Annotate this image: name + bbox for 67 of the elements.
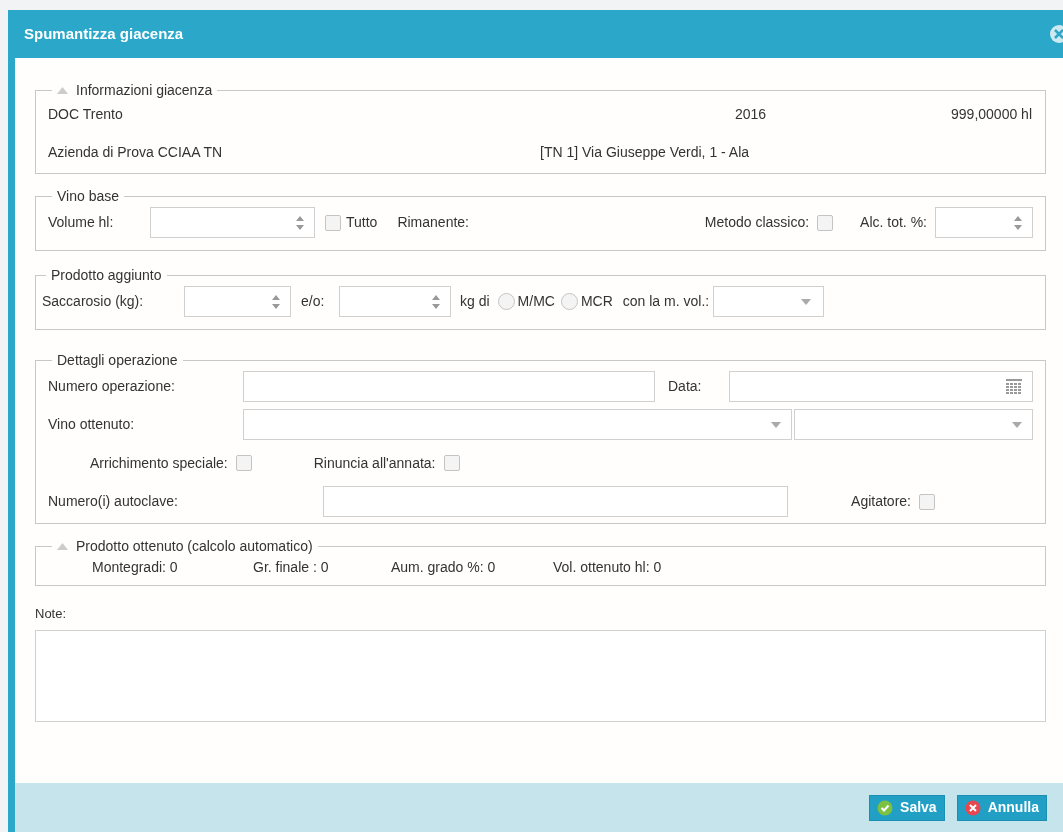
radio-button[interactable] <box>560 293 578 310</box>
alcohol-field[interactable] <box>935 207 1033 238</box>
result-value: Aum. grado %: 0 <box>391 558 497 577</box>
collapse-icon[interactable] <box>57 543 68 550</box>
field-label: Alc. tot. %: <box>860 213 927 232</box>
field-label: Rimanente: <box>397 213 469 232</box>
save-button[interactable]: Salva <box>869 794 945 821</box>
cancel-button[interactable]: Annulla <box>956 794 1047 821</box>
close-icon[interactable] <box>1049 24 1063 44</box>
checkbox[interactable] <box>235 455 252 471</box>
checkbox[interactable] <box>817 214 834 231</box>
caret-icon[interactable] <box>1012 421 1022 428</box>
vintage-year: 2016 <box>735 105 768 124</box>
date-field[interactable] <box>729 371 1033 402</box>
quantity-field[interactable] <box>339 286 451 317</box>
company-name: Azienda di Prova CCIAA TN <box>48 143 224 162</box>
field-label: Vino ottenuto: <box>48 415 136 434</box>
result-value: Montegradi: 0 <box>92 558 179 577</box>
close-icon <box>964 799 981 816</box>
wine-dropdown[interactable] <box>243 409 792 440</box>
field-label: e/o: <box>301 292 326 311</box>
sucrose-field[interactable] <box>184 286 291 317</box>
checkbox-label: Rinuncia all'annata: <box>313 453 436 473</box>
checkbox-label: Metodo classico: <box>704 213 810 232</box>
radio-label: MCR <box>580 292 613 311</box>
spinner-icon[interactable] <box>296 215 304 230</box>
collapse-icon[interactable] <box>57 87 68 94</box>
field-label: kg di <box>460 292 490 311</box>
company-address: [TN 1] Via Giuseppe Verdi, 1 - Ala <box>540 143 751 162</box>
check-icon <box>877 799 894 816</box>
checkbox-label: Agitatore: <box>851 492 911 511</box>
field-label: Volume hl: <box>48 213 115 232</box>
field-label: Saccarosio (kg): <box>42 292 145 311</box>
checkbox-label: Tutto <box>346 213 378 232</box>
section-title: Prodotto ottenuto (calcolo automatico) <box>76 537 313 556</box>
field-label: Data: <box>668 377 703 396</box>
calendar-icon[interactable] <box>1006 378 1022 395</box>
section-title: Prodotto aggiunto <box>51 266 162 285</box>
caret-icon[interactable] <box>771 421 781 428</box>
caret-icon[interactable] <box>801 298 812 305</box>
volume-dropdown[interactable] <box>713 286 825 317</box>
section-title: Vino base <box>57 187 119 206</box>
field-label: Numero(i) autoclave: <box>48 492 179 511</box>
field-label: Note: <box>35 605 68 623</box>
checkbox[interactable] <box>919 493 935 510</box>
section-title: Informazioni giacenza <box>76 81 213 100</box>
spinner-icon[interactable] <box>272 294 280 309</box>
note-field[interactable] <box>35 629 1046 722</box>
checkbox-label: Arrichimento speciale: <box>90 453 228 473</box>
wine-name: DOC Trento <box>48 105 124 124</box>
radio-label: M/MC <box>517 292 555 311</box>
checkbox[interactable] <box>325 214 341 231</box>
section-title: Dettagli operazione <box>57 351 178 370</box>
autoclave-field[interactable] <box>323 486 788 517</box>
window-title: Spumantizza giacenza <box>24 23 184 44</box>
spinner-icon[interactable] <box>1014 215 1022 230</box>
wine-type-dropdown[interactable] <box>794 409 1033 440</box>
field-label: con la m. vol.: <box>622 292 710 311</box>
checkbox[interactable] <box>443 455 460 471</box>
spinner-icon[interactable] <box>432 294 440 309</box>
volume-field[interactable] <box>150 207 315 238</box>
result-value: Gr. finale : 0 <box>253 558 330 577</box>
operation-number-field[interactable] <box>243 371 655 402</box>
quantity-value: 999,00000 hl <box>951 105 1032 124</box>
field-label: Numero operazione: <box>48 377 176 396</box>
result-value: Vol. ottenuto hl: 0 <box>553 558 662 577</box>
radio-button[interactable] <box>497 293 515 310</box>
